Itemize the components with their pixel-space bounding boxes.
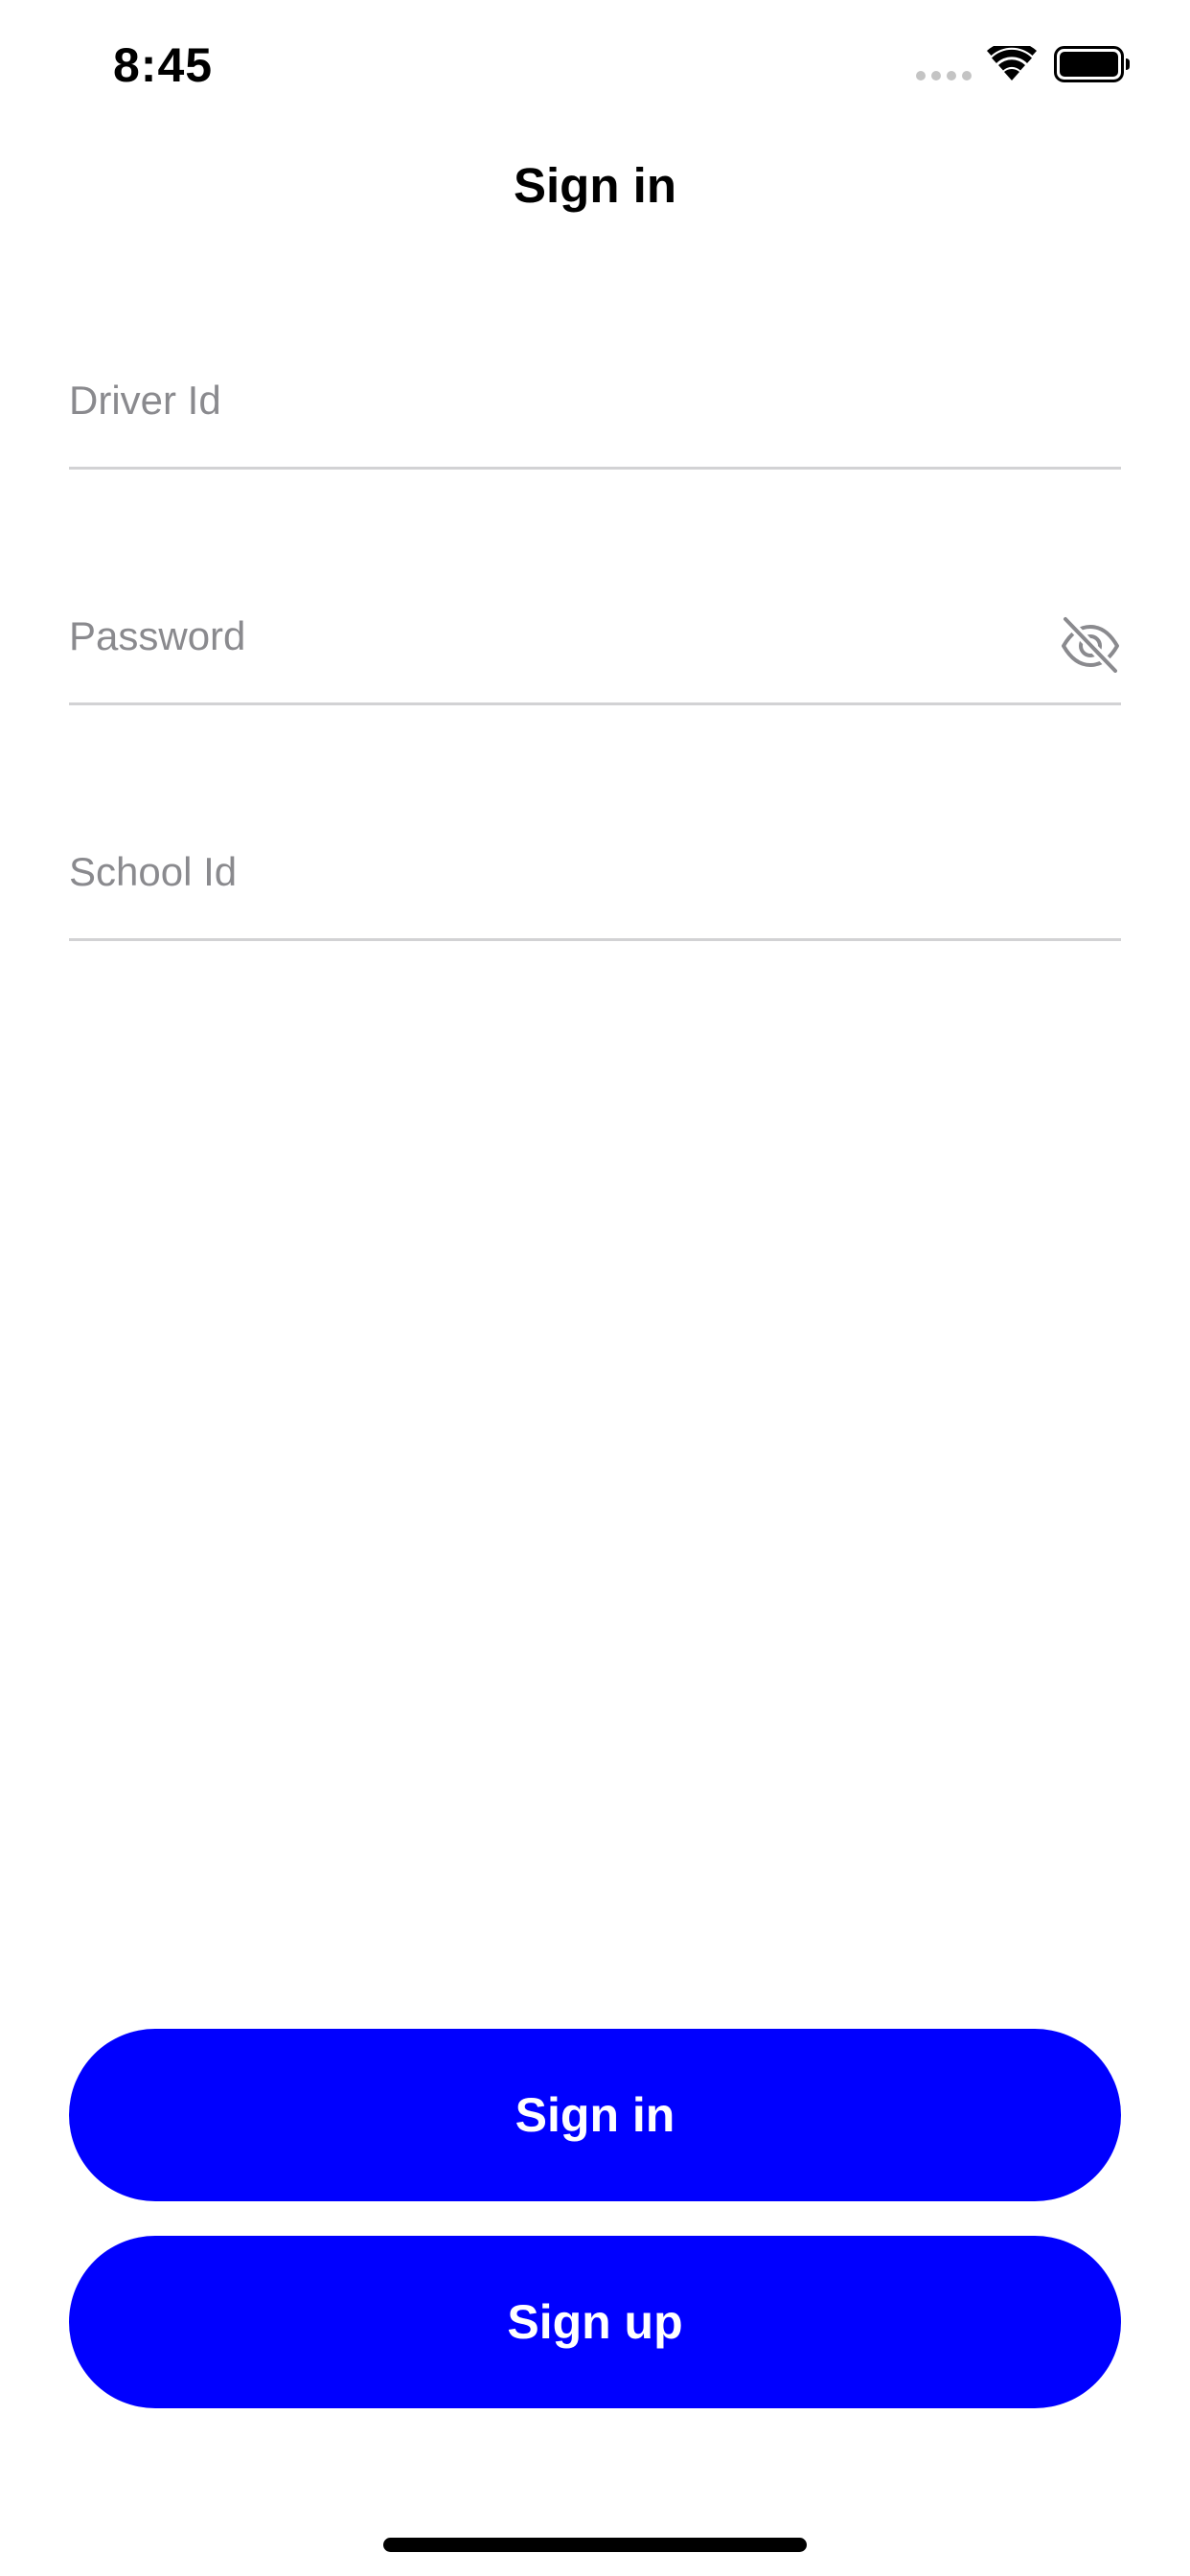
- status-bar: 8:45: [0, 0, 1190, 126]
- home-indicator[interactable]: [383, 2538, 807, 2552]
- password-visibility-toggle[interactable]: [1060, 613, 1121, 675]
- school-id-underline: [69, 938, 1121, 941]
- password-field: [69, 571, 1121, 705]
- battery-icon: [1054, 46, 1130, 82]
- password-input[interactable]: [69, 598, 1027, 675]
- eye-slash-icon: [1061, 615, 1120, 673]
- password-underline: [69, 702, 1121, 705]
- sign-up-button[interactable]: Sign up: [69, 2236, 1121, 2408]
- driver-id-field: [69, 335, 1121, 470]
- driver-id-underline: [69, 467, 1121, 470]
- cellular-signal-icon: [916, 71, 972, 80]
- sign-in-button[interactable]: Sign in: [69, 2029, 1121, 2201]
- page-title: Sign in: [514, 158, 676, 213]
- status-time: 8:45: [113, 38, 214, 92]
- school-id-input[interactable]: [69, 834, 1027, 910]
- driver-id-input[interactable]: [69, 362, 1027, 439]
- school-id-field: [69, 807, 1121, 941]
- wifi-icon: [987, 46, 1037, 80]
